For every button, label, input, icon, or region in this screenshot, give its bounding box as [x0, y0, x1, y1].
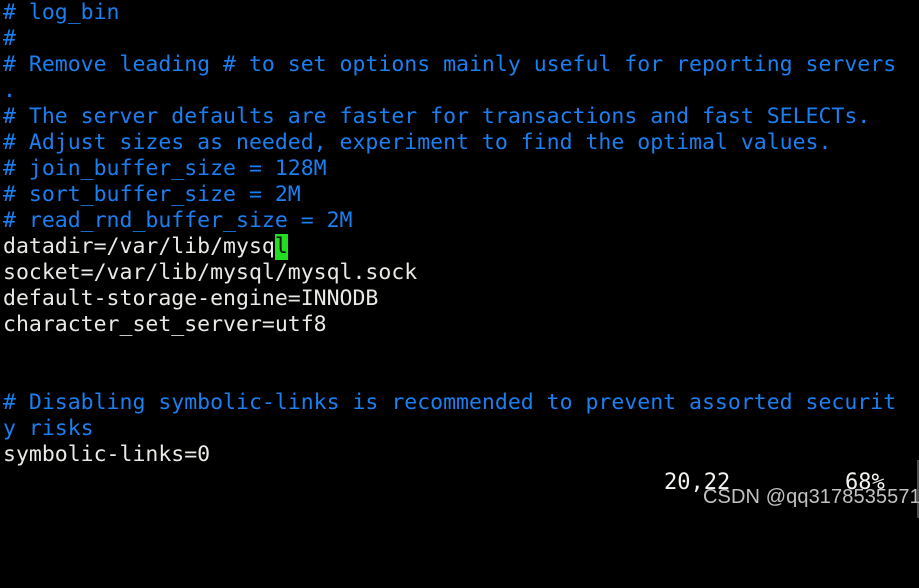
watermark-label: CSDN @qq3178535571	[703, 486, 919, 508]
buffer-line: symbolic-links=0	[3, 442, 211, 467]
buffer-line: # log_bin	[3, 0, 120, 25]
text-cursor[interactable]: l	[274, 234, 288, 260]
buffer-line: socket=/var/lib/mysql/mysql.sock	[3, 260, 418, 285]
buffer-line-empty	[0, 364, 919, 390]
buffer-line: # The server defaults are faster for tra…	[3, 104, 871, 129]
buffer-line: #	[3, 26, 16, 51]
buffer-line: # read_rnd_buffer_size = 2M	[3, 208, 353, 233]
buffer-line-wrapped: .	[3, 78, 16, 103]
buffer-line: # Disabling symbolic-links is recommende…	[3, 390, 897, 415]
buffer-line: character_set_server=utf8	[3, 312, 327, 337]
buffer-line: # Adjust sizes as needed, experiment to …	[3, 130, 832, 155]
buffer-line: # join_buffer_size = 128M	[3, 156, 327, 181]
buffer-line-wrapped: y risks	[3, 416, 94, 441]
buffer-line-with-cursor[interactable]: datadir=/var/lib/mysql	[0, 234, 919, 260]
editor-text-buffer[interactable]: # log_bin # # Remove leading # to set op…	[0, 0, 919, 468]
terminal-window[interactable]: # log_bin # # Remove leading # to set op…	[0, 0, 919, 518]
buffer-line: # Remove leading # to set options mainly…	[3, 52, 897, 77]
line-text-before-cursor: datadir=/var/lib/mysq	[3, 234, 275, 259]
buffer-line-empty	[0, 338, 919, 364]
buffer-line: default-storage-engine=INNODB	[3, 286, 379, 311]
buffer-line: # sort_buffer_size = 2M	[3, 182, 301, 207]
